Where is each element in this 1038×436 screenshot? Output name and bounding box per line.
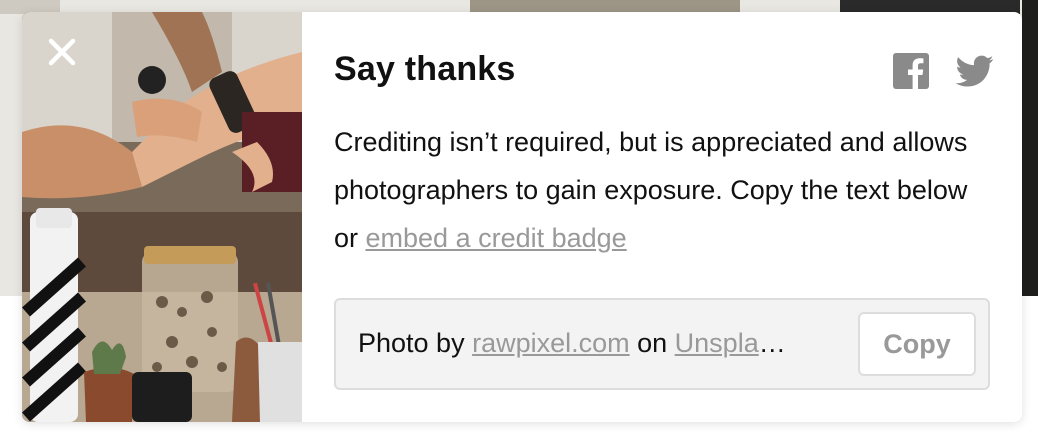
close-button[interactable] <box>44 34 80 70</box>
credit-text-box: Photo by rawpixel.com on Unspla… Copy <box>334 298 990 390</box>
unsplash-link[interactable]: Unspla <box>675 328 759 358</box>
facebook-icon[interactable] <box>892 52 930 90</box>
embed-credit-badge-link[interactable]: embed a credit badge <box>366 223 627 253</box>
photographer-link[interactable]: rawpixel.com <box>472 328 630 358</box>
copy-button[interactable]: Copy <box>858 312 976 376</box>
credit-ellipsis: … <box>758 328 786 358</box>
twitter-icon[interactable] <box>956 52 994 90</box>
credit-middle: on <box>629 328 675 358</box>
credit-text: Photo by rawpixel.com on Unspla… <box>358 328 838 359</box>
social-share <box>892 52 994 90</box>
modal-content: Say thanks Crediting isn’t required, but… <box>334 12 994 422</box>
modal-title: Say thanks <box>334 50 516 88</box>
say-thanks-modal: Say thanks Crediting isn’t required, but… <box>22 12 1022 422</box>
modal-description: Crediting isn’t required, but is appreci… <box>334 118 994 262</box>
photo-thumbnail <box>22 12 302 422</box>
close-icon <box>48 38 76 66</box>
credit-prefix: Photo by <box>358 328 473 358</box>
